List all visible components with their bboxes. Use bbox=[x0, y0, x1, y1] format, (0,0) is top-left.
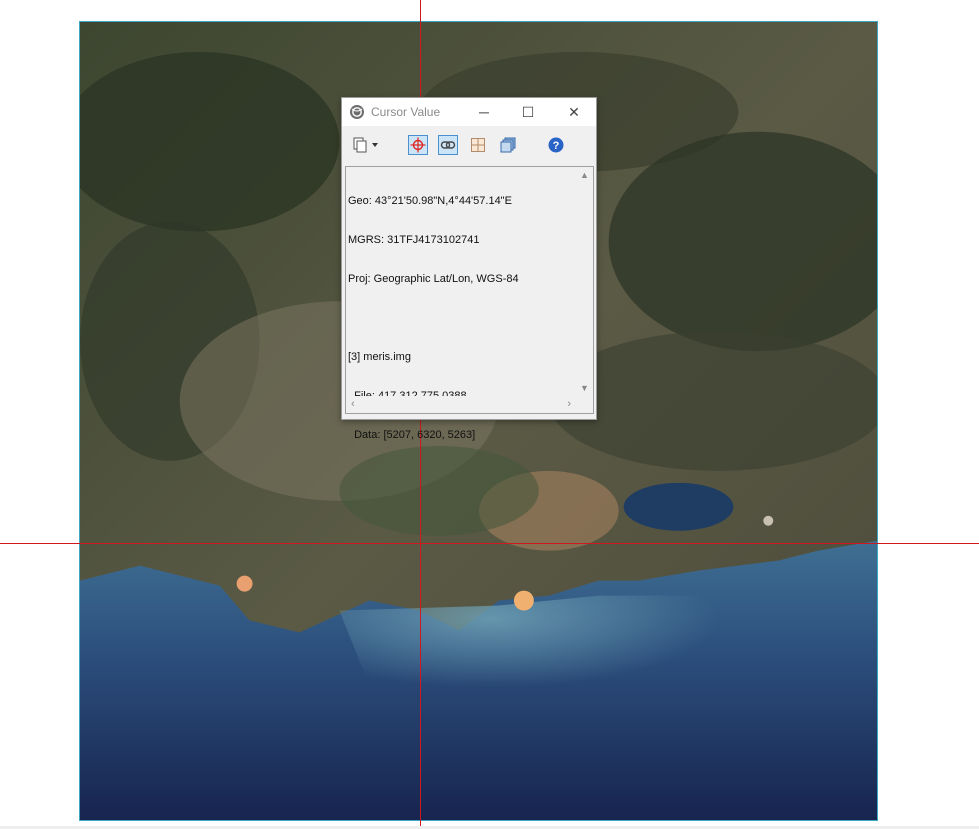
scroll-right-icon[interactable]: › bbox=[567, 398, 571, 410]
scrollbar-corner bbox=[576, 396, 593, 413]
vertical-scrollbar[interactable]: ▲ ▼ bbox=[576, 167, 593, 396]
scroll-down-icon[interactable]: ▼ bbox=[580, 383, 589, 393]
close-icon: ✕ bbox=[568, 103, 580, 120]
copy-dropdown-icon bbox=[353, 137, 378, 153]
dialog-toolbar: ? bbox=[342, 126, 596, 164]
dialog-title: Cursor Value bbox=[371, 105, 441, 119]
grid-icon bbox=[471, 138, 485, 152]
grid-button[interactable] bbox=[468, 135, 488, 155]
cursor-value-dialog[interactable]: Cursor Value ─ ☐ ✕ ? Geo: 43°21'50.98"N,… bbox=[341, 97, 597, 441]
proj-line: Proj: Geographic Lat/Lon, WGS-84 bbox=[348, 273, 519, 285]
layers-icon bbox=[500, 137, 516, 153]
minimize-icon: ─ bbox=[479, 104, 489, 120]
link-views-button[interactable] bbox=[438, 135, 458, 155]
help-icon: ? bbox=[548, 137, 564, 153]
horizontal-scrollbar[interactable]: ‹ › bbox=[346, 396, 576, 413]
minimize-button[interactable]: ─ bbox=[462, 98, 506, 126]
layers-button[interactable] bbox=[498, 135, 518, 155]
layer-name-line: [3] meris.img bbox=[348, 351, 411, 363]
maximize-icon: ☐ bbox=[521, 103, 535, 120]
maximize-button[interactable]: ☐ bbox=[506, 98, 550, 126]
svg-text:?: ? bbox=[553, 140, 560, 152]
mgrs-line: MGRS: 31TFJ4173102741 bbox=[348, 234, 480, 246]
crosshair-horizontal-line bbox=[0, 543, 979, 544]
scroll-up-icon[interactable]: ▲ bbox=[580, 170, 589, 180]
data-values-line: Data: [5207, 6320, 5263] bbox=[348, 429, 476, 441]
help-button[interactable]: ? bbox=[546, 135, 566, 155]
copy-dropdown-button[interactable] bbox=[350, 135, 382, 155]
crosshair-icon bbox=[410, 137, 426, 153]
cursor-value-text-panel[interactable]: Geo: 43°21'50.98"N,4°44'57.14"E MGRS: 31… bbox=[345, 166, 594, 441]
close-button[interactable]: ✕ bbox=[552, 98, 596, 126]
geo-line: Geo: 43°21'50.98"N,4°44'57.14"E bbox=[348, 195, 512, 207]
crosshair-toggle-button[interactable] bbox=[408, 135, 428, 155]
cursor-value-text: Geo: 43°21'50.98"N,4°44'57.14"E MGRS: 31… bbox=[348, 169, 573, 468]
link-icon bbox=[440, 141, 456, 149]
envi-globe-icon bbox=[349, 104, 365, 120]
dialog-titlebar[interactable]: Cursor Value ─ ☐ ✕ bbox=[342, 98, 596, 126]
scroll-left-icon[interactable]: ‹ bbox=[351, 398, 355, 410]
